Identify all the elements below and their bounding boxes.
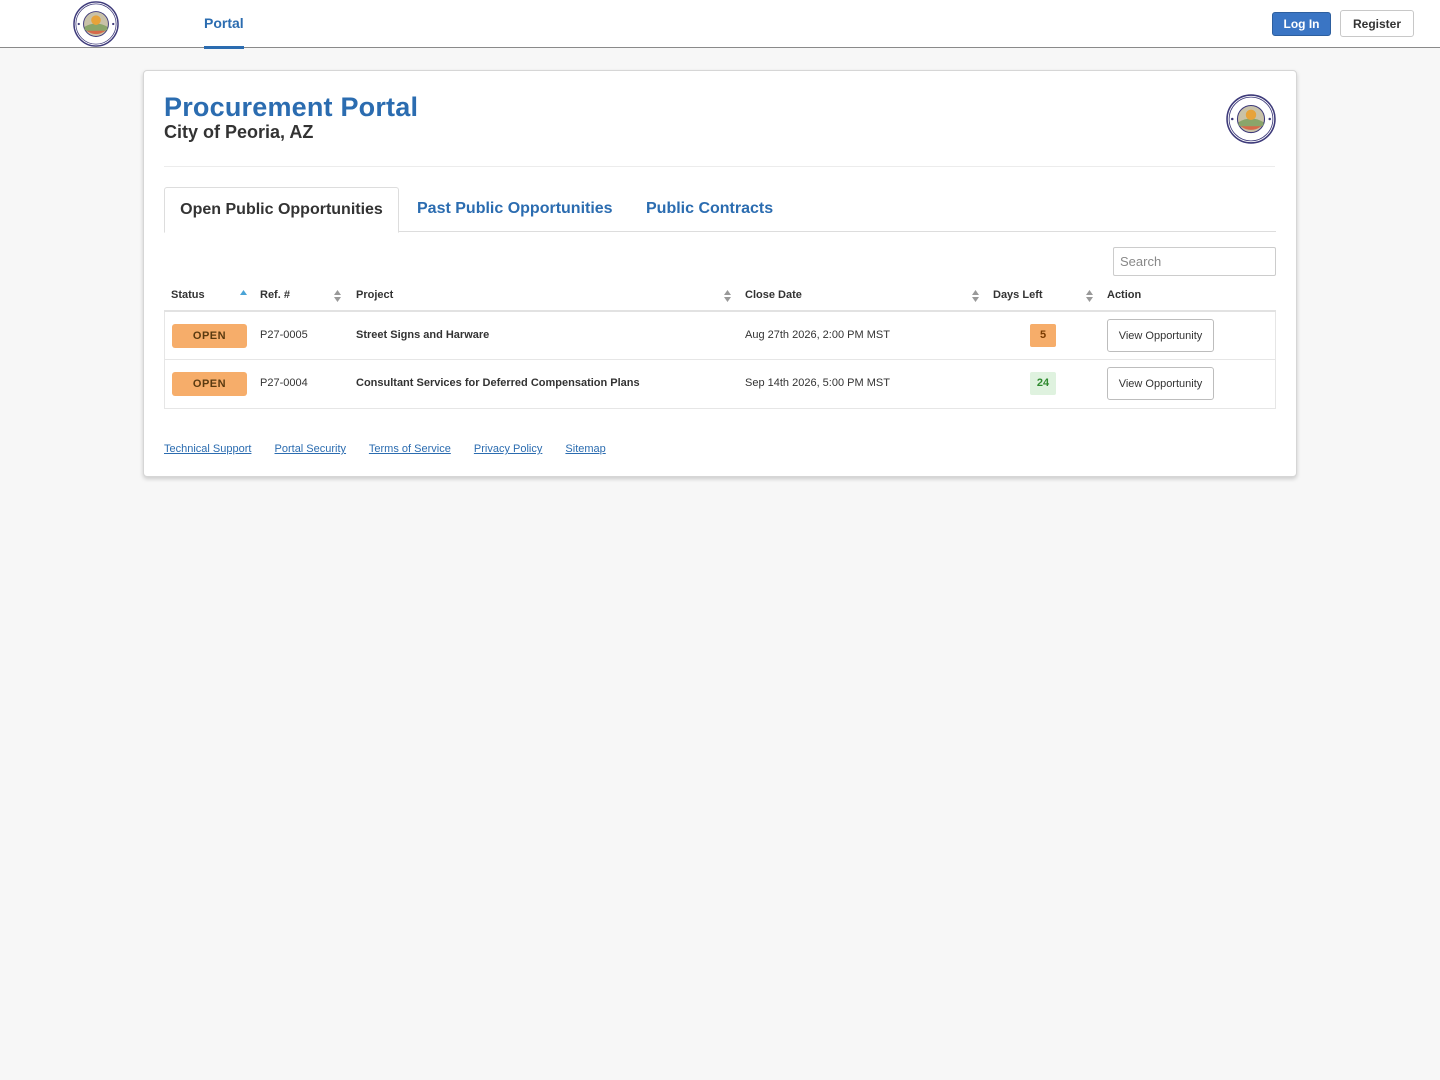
ref-number: P27-0004 bbox=[260, 377, 308, 389]
register-button[interactable]: Register bbox=[1340, 10, 1414, 37]
nav-portal-link[interactable]: Portal bbox=[204, 0, 244, 49]
sort-icon bbox=[971, 289, 980, 303]
status-badge: OPEN bbox=[172, 372, 247, 396]
days-left-badge: 24 bbox=[1030, 372, 1056, 395]
column-header-action: Action bbox=[1107, 289, 1142, 301]
sort-icon bbox=[1085, 289, 1094, 303]
sort-icon bbox=[723, 289, 732, 303]
project-name: Street Signs and Harware bbox=[356, 329, 490, 341]
tab-public-contracts[interactable]: Public Contracts bbox=[646, 187, 773, 232]
tab-open-opportunities[interactable]: Open Public Opportunities bbox=[164, 187, 399, 233]
page-title: Procurement Portal bbox=[164, 92, 419, 122]
table-header: Status Ref. # Project Close Date Days Le… bbox=[164, 281, 1276, 312]
close-date: Sep 14th 2026, 5:00 PM MST bbox=[745, 377, 890, 389]
view-opportunity-button[interactable]: View Opportunity bbox=[1107, 319, 1214, 352]
opportunities-table: Status Ref. # Project Close Date Days Le… bbox=[164, 281, 1276, 409]
view-opportunity-button[interactable]: View Opportunity bbox=[1107, 367, 1214, 400]
table-row: OPEN P27-0004 Consultant Services for De… bbox=[165, 360, 1275, 408]
footer-link-technical-support[interactable]: Technical Support bbox=[164, 443, 251, 455]
table-body: OPEN P27-0005 Street Signs and Harware A… bbox=[164, 312, 1276, 409]
footer-links: Technical Support Portal Security Terms … bbox=[164, 443, 626, 455]
tab-past-opportunities[interactable]: Past Public Opportunities bbox=[417, 187, 613, 232]
sort-ascending-icon bbox=[239, 289, 248, 303]
table-row: OPEN P27-0005 Street Signs and Harware A… bbox=[165, 312, 1275, 360]
header-divider bbox=[164, 166, 1275, 167]
status-badge: OPEN bbox=[172, 324, 247, 348]
footer-link-portal-security[interactable]: Portal Security bbox=[275, 443, 347, 455]
footer-link-terms-of-service[interactable]: Terms of Service bbox=[369, 443, 451, 455]
procurement-card: Procurement Portal City of Peoria, AZ Op… bbox=[143, 70, 1297, 477]
project-name: Consultant Services for Deferred Compens… bbox=[356, 377, 640, 389]
column-header-status[interactable]: Status bbox=[164, 281, 253, 310]
footer-link-sitemap[interactable]: Sitemap bbox=[565, 443, 605, 455]
login-button[interactable]: Log In bbox=[1272, 12, 1331, 36]
close-date: Aug 27th 2026, 2:00 PM MST bbox=[745, 329, 890, 341]
opportunity-tabs: Open Public Opportunities Past Public Op… bbox=[164, 187, 1276, 233]
column-header-project[interactable]: Project bbox=[349, 281, 738, 310]
column-header-ref[interactable]: Ref. # bbox=[253, 281, 349, 310]
column-header-days-left[interactable]: Days Left bbox=[986, 281, 1100, 310]
days-left-badge: 5 bbox=[1030, 324, 1056, 347]
peoria-seal-icon bbox=[1226, 94, 1276, 144]
page-subtitle: City of Peoria, AZ bbox=[164, 122, 314, 142]
peoria-seal-icon[interactable] bbox=[72, 1, 120, 47]
ref-number: P27-0005 bbox=[260, 329, 308, 341]
sort-icon bbox=[333, 289, 342, 303]
column-header-close-date[interactable]: Close Date bbox=[738, 281, 986, 310]
top-navbar: Portal Log In Register bbox=[0, 0, 1440, 49]
footer-link-privacy-policy[interactable]: Privacy Policy bbox=[474, 443, 542, 455]
search-input[interactable] bbox=[1113, 247, 1276, 276]
